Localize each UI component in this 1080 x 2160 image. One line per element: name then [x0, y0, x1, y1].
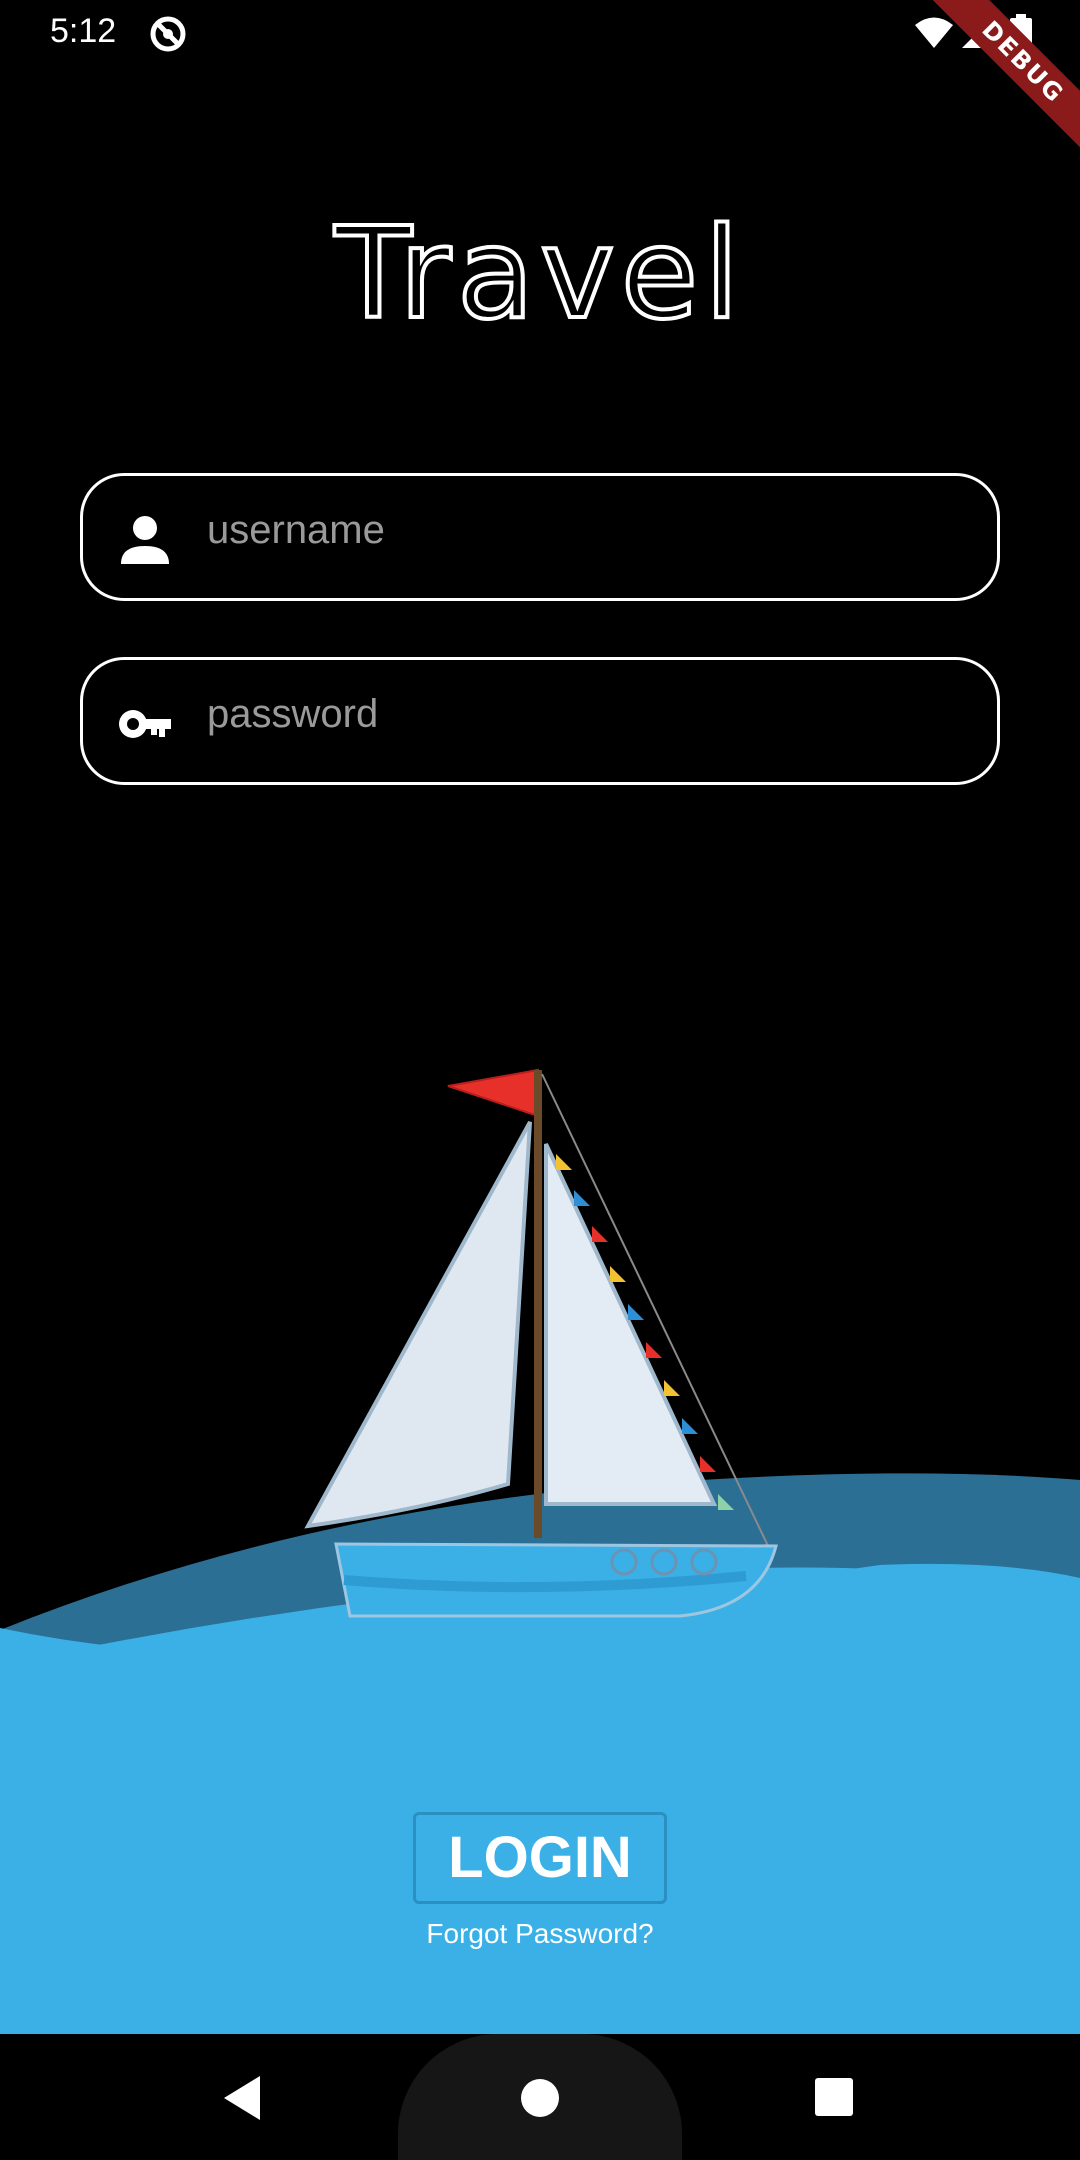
recents-icon[interactable]: [814, 2077, 854, 2117]
status-bar: 5:12: [0, 0, 1080, 66]
login-button[interactable]: LOGIN: [413, 1812, 667, 1904]
username-input[interactable]: [207, 498, 967, 562]
back-icon[interactable]: [220, 2074, 264, 2122]
username-field[interactable]: [80, 473, 1000, 601]
app-notification-icon: [150, 16, 186, 52]
sailboat-illustration: [304, 1068, 778, 1618]
wifi-icon: [915, 17, 953, 48]
key-icon: [119, 710, 171, 738]
app-title: Travel: [333, 198, 746, 349]
navigation-bar: [0, 2034, 1080, 2160]
status-time: 5:12: [50, 12, 117, 50]
password-input[interactable]: [207, 682, 967, 746]
person-icon: [121, 516, 169, 564]
home-icon[interactable]: [519, 2077, 561, 2119]
forgot-password-link[interactable]: Forgot Password?: [0, 1918, 1080, 1950]
login-screen: 5:12 DEBUG Travel username LOGIN Forgot …: [0, 0, 1080, 2160]
password-field[interactable]: [80, 657, 1000, 785]
